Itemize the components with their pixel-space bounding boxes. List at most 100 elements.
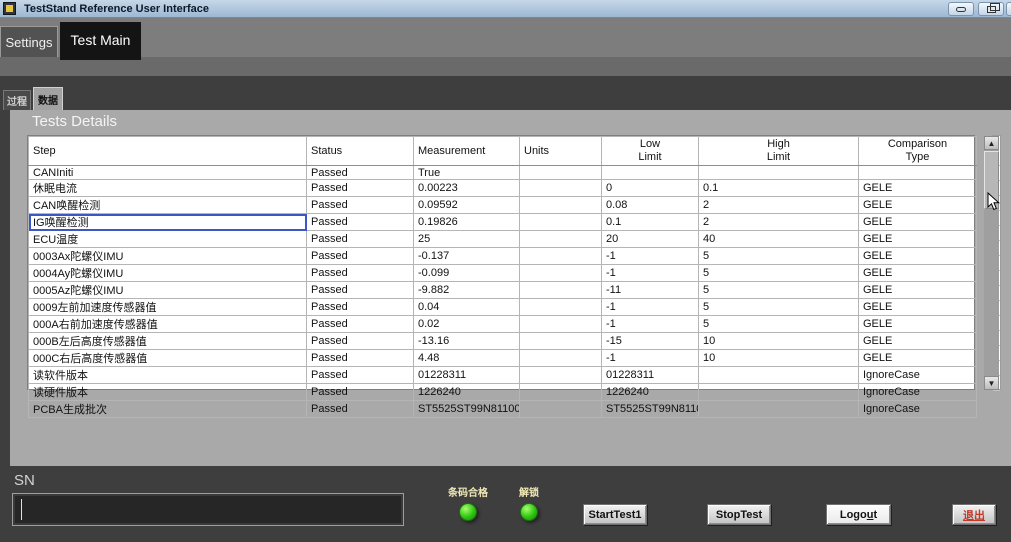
cell-high-limit[interactable] [699,401,859,418]
cell-status[interactable]: Passed [307,282,414,299]
cell-comparison-type[interactable]: GELE [859,214,977,231]
cell-low-limit[interactable]: 0.1 [602,214,699,231]
cell-units[interactable] [520,180,602,197]
cell-status[interactable]: Passed [307,248,414,265]
sn-input[interactable] [12,493,404,526]
cell-high-limit[interactable]: 2 [699,214,859,231]
cell-status[interactable]: Passed [307,231,414,248]
cell-status[interactable]: Passed [307,166,414,180]
column-header[interactable]: Units [520,137,602,166]
cell-units[interactable] [520,265,602,282]
cell-low-limit[interactable]: ST5525ST99N811000 [602,401,699,418]
cell-high-limit[interactable] [699,367,859,384]
cell-units[interactable] [520,282,602,299]
exit-button[interactable]: 退出 [952,504,996,525]
cell-step[interactable]: 000C右后高度传感器值 [29,350,307,367]
cell-step[interactable]: CANIniti [29,166,307,180]
cell-measurement[interactable]: -9.882 [414,282,520,299]
cell-low-limit[interactable]: 01228311 [602,367,699,384]
column-header[interactable]: Step [29,137,307,166]
table-row[interactable]: 000A右前加速度传感器值 Passed 0.02 -1 5 GELE [29,316,977,333]
cell-status[interactable]: Passed [307,384,414,401]
cell-step[interactable]: PCBA生成批次 [29,401,307,418]
cell-step[interactable]: 000A右前加速度传感器值 [29,316,307,333]
cell-step[interactable]: 0005Az陀螺仪IMU [29,282,307,299]
cell-comparison-type[interactable]: GELE [859,299,977,316]
cell-comparison-type[interactable] [859,166,977,180]
table-row[interactable]: 0005Az陀螺仪IMU Passed -9.882 -11 5 GELE [29,282,977,299]
cell-high-limit[interactable]: 5 [699,316,859,333]
cell-high-limit[interactable]: 0.1 [699,180,859,197]
cell-units[interactable] [520,166,602,180]
cell-status[interactable]: Passed [307,180,414,197]
cell-units[interactable] [520,299,602,316]
cell-measurement[interactable]: 0.09592 [414,197,520,214]
cell-high-limit[interactable] [699,166,859,180]
cell-step[interactable]: 0004Ay陀螺仪IMU [29,265,307,282]
cell-units[interactable] [520,350,602,367]
cell-high-limit[interactable]: 10 [699,333,859,350]
cell-measurement[interactable]: -0.099 [414,265,520,282]
restore-button[interactable] [978,2,1004,16]
table-row[interactable]: 休眠电流 Passed 0.00223 0 0.1 GELE [29,180,977,197]
cell-comparison-type[interactable]: GELE [859,350,977,367]
table-row[interactable]: PCBA生成批次 Passed ST5525ST99N81100000 ST55… [29,401,977,418]
table-row[interactable]: 000C右后高度传感器值 Passed 4.48 -1 10 GELE [29,350,977,367]
logout-button[interactable]: Logout [826,504,891,525]
tests-table[interactable]: StepStatusMeasurementUnitsLow LimitHigh … [27,135,975,390]
cell-units[interactable] [520,384,602,401]
cell-step[interactable]: ECU温度 [29,231,307,248]
cell-measurement[interactable]: 0.19826 [414,214,520,231]
cell-status[interactable]: Passed [307,350,414,367]
cell-units[interactable] [520,401,602,418]
cell-status[interactable]: Passed [307,265,414,282]
column-header[interactable]: High Limit [699,137,859,166]
subtab-data[interactable]: 数据 [33,87,63,110]
cell-comparison-type[interactable]: IgnoreCase [859,367,977,384]
cell-measurement[interactable]: 01228311 [414,367,520,384]
cell-units[interactable] [520,231,602,248]
cell-status[interactable]: Passed [307,214,414,231]
cell-units[interactable] [520,367,602,384]
cell-comparison-type[interactable]: GELE [859,180,977,197]
cell-low-limit[interactable]: -11 [602,282,699,299]
column-header[interactable]: Measurement [414,137,520,166]
scroll-up-icon[interactable]: ▲ [984,136,999,150]
cell-measurement[interactable]: 0.04 [414,299,520,316]
cell-status[interactable]: Passed [307,367,414,384]
cell-high-limit[interactable]: 5 [699,299,859,316]
cell-measurement[interactable]: 4.48 [414,350,520,367]
cell-comparison-type[interactable]: GELE [859,265,977,282]
cell-high-limit[interactable]: 2 [699,197,859,214]
cell-low-limit[interactable]: 20 [602,231,699,248]
table-row[interactable]: 读硬件版本 Passed 1226240 1226240 IgnoreCase [29,384,977,401]
cell-comparison-type[interactable]: GELE [859,282,977,299]
cell-low-limit[interactable]: 0.08 [602,197,699,214]
cell-measurement[interactable]: True [414,166,520,180]
cell-low-limit[interactable] [602,166,699,180]
cell-comparison-type[interactable]: GELE [859,197,977,214]
table-row[interactable]: CAN唤醒检测 Passed 0.09592 0.08 2 GELE [29,197,977,214]
start-test-button[interactable]: StartTest1 [583,504,647,525]
subtab-process[interactable]: 过程 [3,90,31,110]
cell-low-limit[interactable]: 0 [602,180,699,197]
cell-units[interactable] [520,197,602,214]
cell-high-limit[interactable]: 5 [699,248,859,265]
table-row[interactable]: 0004Ay陀螺仪IMU Passed -0.099 -1 5 GELE [29,265,977,282]
column-header[interactable]: Status [307,137,414,166]
table-row[interactable]: IG唤醒检测 Passed 0.19826 0.1 2 GELE [29,214,977,231]
table-row[interactable]: ECU温度 Passed 25 20 40 GELE [29,231,977,248]
cell-low-limit[interactable]: -1 [602,316,699,333]
cell-units[interactable] [520,248,602,265]
cell-step[interactable]: 0009左前加速度传感器值 [29,299,307,316]
cell-step[interactable]: 0003Ax陀螺仪IMU [29,248,307,265]
table-row[interactable]: 读软件版本 Passed 01228311 01228311 IgnoreCas… [29,367,977,384]
cell-high-limit[interactable]: 10 [699,350,859,367]
cell-comparison-type[interactable]: GELE [859,333,977,350]
cell-units[interactable] [520,316,602,333]
cell-status[interactable]: Passed [307,316,414,333]
cell-low-limit[interactable]: -1 [602,248,699,265]
cell-measurement[interactable]: 25 [414,231,520,248]
cell-low-limit[interactable]: -1 [602,299,699,316]
cell-high-limit[interactable] [699,384,859,401]
